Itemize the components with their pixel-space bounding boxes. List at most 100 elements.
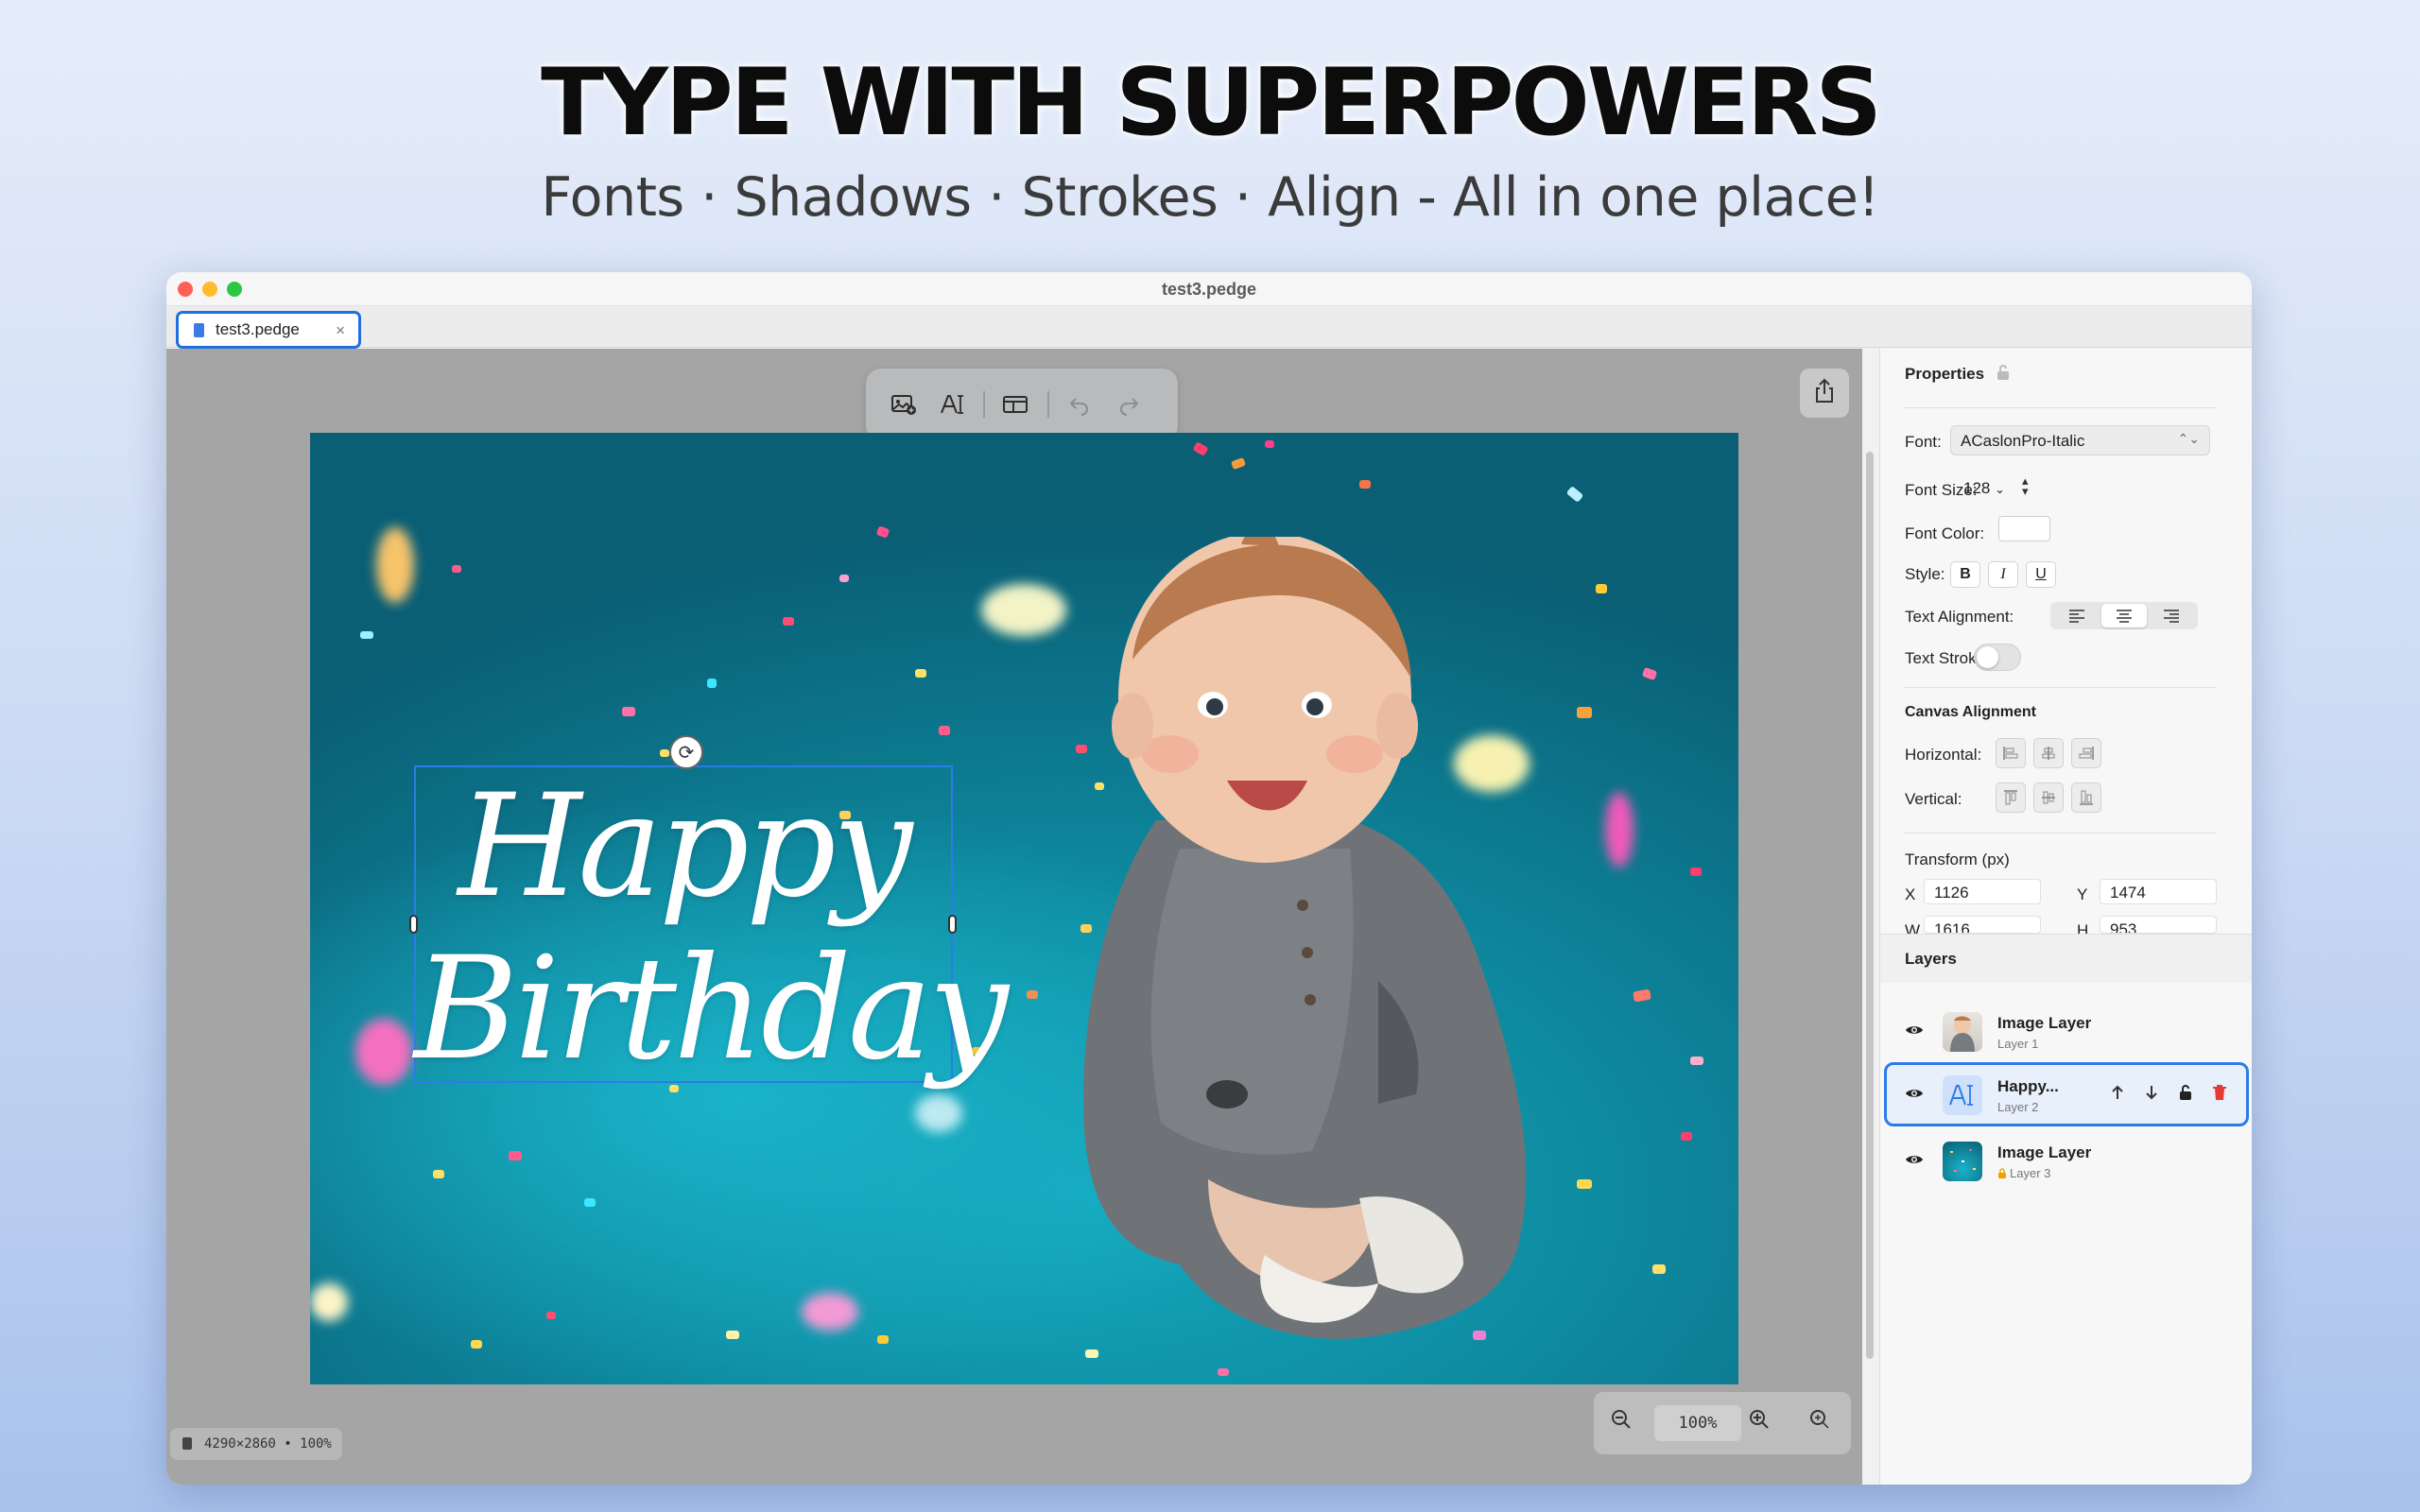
redo-icon[interactable] [1114,389,1144,420]
window-title: test3.pedge [1161,280,1257,299]
canvas-alignment-title: Canvas Alignment [1905,704,2036,720]
confetti [1192,441,1209,456]
confetti [584,1198,596,1207]
align-horizontal-center-icon[interactable] [2033,738,2064,768]
w-field[interactable]: 1616 [1924,916,2041,934]
layer-row[interactable]: Image Layer Layer 3 [1884,1128,2249,1193]
layer-sub: Layer 2 [1997,1100,2039,1114]
transform-title: Transform (px) [1905,850,2010,868]
confetti [707,679,717,688]
align-vertical-center-icon[interactable] [2033,782,2064,813]
font-size-select[interactable]: 128 ⌄ [1963,479,2005,498]
confetti [433,1170,444,1178]
font-label: Font: [1905,433,1942,451]
italic-button[interactable]: I [1988,561,2018,588]
x-field[interactable]: 1126 [1924,879,2041,904]
confetti [1690,1057,1703,1065]
confetti [471,1340,482,1349]
vertical-label: Vertical: [1905,790,1962,808]
x-label: X [1905,885,1916,903]
subline: Fonts · Shadows · Strokes · Align - All … [541,166,1879,229]
headline: TYPE WITH SUPERPOWERS [541,49,1882,157]
layer-row[interactable]: Image Layer Layer 1 [1884,999,2249,1063]
confetti [1565,486,1584,503]
align-right-edge-icon[interactable] [2071,738,2101,768]
confetti [1359,480,1371,489]
trash-icon[interactable] [2212,1084,2227,1106]
zoom-out-icon[interactable] [1611,1409,1632,1436]
text-stroke-toggle[interactable] [1974,644,2021,671]
confetti [546,1312,556,1319]
align-top-edge-icon[interactable] [1996,782,2026,813]
align-left-icon[interactable] [2054,604,2100,627]
floating-toolbar [866,369,1178,441]
align-center-icon[interactable] [2101,604,2147,627]
canvas-photo[interactable]: ⟳ Happy Birthday [310,433,1738,1384]
confetti [939,726,950,735]
confetti [1681,1132,1692,1141]
confetti [660,749,669,757]
zoom-value[interactable]: 100% [1654,1405,1741,1441]
confetti [877,1335,889,1344]
align-bottom-edge-icon[interactable] [2071,782,2101,813]
canvas-area: ⟳ Happy Birthday 100% 4290×2860 • 100% [166,349,1862,1485]
y-field[interactable]: 1474 [2100,879,2217,904]
text-alignment-group [2050,602,2198,629]
tab-close-icon[interactable]: × [336,321,345,340]
confetti [839,575,849,582]
layer-name: Image Layer [1997,1143,2092,1161]
confetti [360,631,373,639]
undo-icon[interactable] [1064,389,1095,420]
app-window: test3.pedge test3.pedge × ⟳ Happy Birthd… [166,272,2252,1485]
bokeh [1605,792,1634,868]
confetti [1690,868,1702,876]
layer-name: Image Layer [1997,1014,2092,1032]
unlock-icon[interactable] [2178,1084,2193,1106]
add-image-icon[interactable] [889,389,919,420]
font-color-swatch[interactable] [1998,516,2050,541]
confetti [1230,456,1247,471]
vertical-scrollbar[interactable] [1866,452,1874,1359]
layer-thumbnail [1943,1012,1982,1052]
confetti [509,1151,522,1160]
bokeh [915,1094,962,1132]
confetti [1652,1264,1666,1274]
h-field[interactable]: 953 [2100,916,2217,934]
font-select[interactable]: ACaslonPro-Italic ⌃⌄ [1950,425,2210,455]
eye-icon[interactable] [1905,1085,1924,1105]
confetti [452,565,461,573]
confetti [915,669,926,678]
lock-icon[interactable] [1996,364,2011,386]
underline-button[interactable]: U [2026,561,2056,588]
share-button[interactable] [1800,369,1849,418]
text-line-1: Happy [458,765,912,929]
eye-icon[interactable] [1905,1151,1924,1171]
chevron-updown-icon: ⌃⌄ [2177,431,2200,446]
confetti [622,707,635,716]
horizontal-label: Horizontal: [1905,746,1982,764]
confetti [783,617,794,626]
document-tab[interactable]: test3.pedge × [176,311,361,349]
align-left-edge-icon[interactable] [1996,738,2026,768]
bokeh [802,1293,858,1331]
locked-icon [1997,1167,2007,1184]
zoom-fit-icon[interactable] [1809,1409,1830,1436]
align-right-icon[interactable] [2149,604,2194,627]
canvas-layout-icon[interactable] [1000,389,1030,420]
canvas-size-text: 4290×2860 • 100% [204,1436,332,1452]
font-size-stepper[interactable]: ▴ ▾ [2022,474,2029,497]
properties-title: Properties [1905,365,1985,383]
layer-row-selected[interactable]: Happy... Layer 2 [1884,1062,2249,1126]
move-down-icon[interactable] [2144,1084,2159,1106]
bold-button[interactable]: B [1950,561,1980,588]
confetti [726,1331,739,1339]
confetti [1641,666,1658,681]
confetti [1265,440,1274,448]
birthday-text-layer[interactable]: Happy Birthday [414,765,1009,1091]
move-up-icon[interactable] [2110,1084,2125,1106]
add-text-icon[interactable] [938,389,968,420]
zoom-in-icon[interactable] [1749,1409,1770,1436]
eye-icon[interactable] [1905,1022,1924,1041]
font-color-label: Font Color: [1905,524,1985,542]
text-alignment-label: Text Alignment: [1905,608,2014,626]
